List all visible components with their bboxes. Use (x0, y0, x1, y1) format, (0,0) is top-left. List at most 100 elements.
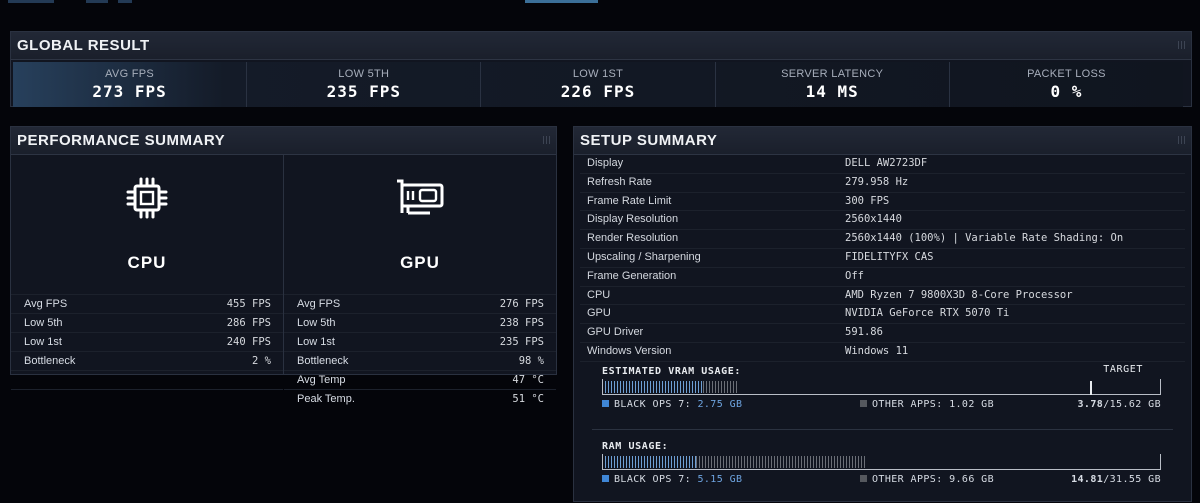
table-row: Peak Temp. 51 °C (284, 389, 556, 408)
row-value: FIDELITYFX CAS (845, 250, 934, 263)
performance-summary-panel: PERFORMANCE SUMMARY CPU Avg FPS 455 FPS (10, 126, 557, 405)
stat-avg-fps: AVG FPS 273 FPS (13, 62, 248, 107)
panel-grip-icon[interactable] (1178, 41, 1186, 49)
stat-packet-loss: PACKET LOSS 0 % (950, 62, 1183, 107)
panel-title: GLOBAL RESULT (11, 32, 1191, 60)
ram-total-used: 14.81 (1071, 474, 1104, 485)
legend-swatch (860, 400, 867, 407)
vram-usage-label: ESTIMATED VRAM USAGE: (602, 366, 742, 377)
row-value: 279.958 Hz (845, 175, 909, 188)
row-value: 235 FPS (499, 336, 544, 348)
row-label: Low 5th (24, 317, 63, 329)
stat-label: AVG FPS (105, 68, 155, 80)
legend-game: BLACK OPS 7: 2.75 GB (602, 399, 742, 410)
legend-game: BLACK OPS 7: 5.15 GB (602, 474, 742, 485)
row-label: GPU (587, 307, 611, 320)
vram-other-fill (702, 381, 739, 393)
row-value: 591.86 (845, 326, 883, 339)
row-value: DELL AW2723DF (845, 157, 928, 169)
row-value: NVIDIA GeForce RTX 5070 Ti (845, 307, 1010, 320)
legend-other: OTHER APPS: 1.02 GB (860, 399, 994, 410)
table-row: Display DELL AW2723DF (580, 155, 1185, 174)
row-label: Display (587, 157, 624, 169)
gpu-title: GPU (400, 253, 440, 272)
row-value: 238 FPS (499, 317, 544, 329)
row-label: CPU (587, 288, 611, 301)
row-label: Upscaling / Sharpening (587, 250, 701, 263)
row-value: 240 FPS (226, 336, 271, 348)
row-label: Avg FPS (24, 298, 68, 310)
table-row: Bottleneck 2 % (11, 351, 283, 370)
row-value: 2 % (252, 355, 271, 367)
table-row: Avg Temp 47 °C (284, 370, 556, 389)
table-row-empty (11, 389, 283, 408)
row-label: Low 1st (24, 336, 62, 348)
row-label: Frame Generation (587, 269, 677, 282)
top-edge-decoration (0, 0, 1200, 10)
table-row: CPU AMD Ryzen 7 9800X3D 8-Core Processor (580, 287, 1185, 306)
divider (592, 429, 1173, 430)
stat-value: 14 MS (805, 82, 859, 101)
row-label: Windows Version (587, 344, 672, 357)
row-value: 51 °C (512, 393, 544, 405)
row-value: 2560x1440 (100%) | Variable Rate Shading… (845, 232, 1124, 245)
gpu-icon (284, 177, 556, 224)
vram-bar (602, 379, 1161, 395)
legend-swatch (602, 475, 609, 482)
row-label: Low 1st (297, 336, 335, 348)
table-row: Avg FPS 455 FPS (11, 294, 283, 313)
gpu-stats: Avg FPS 276 FPS Low 5th 238 FPS Low 1st 235… (284, 294, 556, 408)
gpu-column: GPU Avg FPS 276 FPS Low 5th 238 FPS Low 1s… (283, 155, 556, 405)
stat-value: 0 % (1050, 82, 1083, 101)
vram-target-label: TARGET (1103, 364, 1143, 375)
legend-other-value: 1.02 GB (949, 399, 995, 410)
stat-label: PACKET LOSS (1027, 68, 1106, 80)
table-row: Low 5th 238 FPS (284, 313, 556, 332)
ram-total-rest: /31.55 GB (1103, 474, 1161, 485)
legend-game-value: 2.75 GB (697, 399, 743, 410)
table-row: GPU Driver 591.86 (580, 324, 1185, 343)
row-label: Bottleneck (297, 355, 349, 367)
row-label: Display Resolution (587, 213, 679, 226)
table-row: Low 1st 240 FPS (11, 332, 283, 351)
legend-other: OTHER APPS: 9.66 GB (860, 474, 994, 485)
legend-game-label: BLACK OPS 7: (614, 399, 692, 410)
row-label: GPU Driver (587, 326, 644, 339)
table-row: Low 1st 235 FPS (284, 332, 556, 351)
table-row: Refresh Rate 279.958 Hz (580, 174, 1185, 193)
panel-grip-icon[interactable] (543, 136, 551, 144)
row-value: 276 FPS (499, 298, 544, 310)
ram-other-fill (695, 456, 866, 468)
stat-value: 273 FPS (92, 82, 167, 101)
stat-server-latency: SERVER LATENCY 14 MS (716, 62, 950, 107)
vram-game-fill (605, 381, 703, 393)
table-row: Render Resolution 2560x1440 (100%) | Vari… (580, 230, 1185, 249)
row-label: Avg FPS (297, 298, 341, 310)
stat-label: SERVER LATENCY (781, 68, 884, 80)
row-value: 455 FPS (226, 298, 271, 310)
stat-value: 226 FPS (560, 82, 636, 101)
row-label: Bottleneck (24, 355, 76, 367)
legend-swatch (602, 400, 609, 407)
row-value: 300 FPS (845, 194, 890, 207)
stat-low-1st: LOW 1ST 226 FPS (481, 62, 716, 107)
row-value: AMD Ryzen 7 9800X3D 8-Core Processor (845, 288, 1073, 301)
row-label: Render Resolution (587, 232, 679, 245)
vram-total-used: 3.78 (1077, 399, 1104, 410)
stat-value: 235 FPS (326, 82, 402, 101)
ram-bar (602, 454, 1161, 470)
table-row: GPU NVIDIA GeForce RTX 5070 Ti (580, 305, 1185, 325)
row-value: Off (845, 269, 864, 282)
legend-game-label: BLACK OPS 7: (614, 474, 692, 485)
row-label: Low 5th (297, 317, 336, 329)
row-value: 98 % (518, 355, 544, 367)
stat-label: LOW 1ST (572, 68, 624, 80)
legend-swatch (860, 475, 867, 482)
row-value: 2560x1440 (845, 213, 902, 226)
vram-target-marker (1090, 381, 1093, 395)
vram-usage: ESTIMATED VRAM USAGE: TARGET BLACK OPS 7… (592, 363, 1167, 413)
legend-other-label: OTHER APPS: (872, 399, 943, 410)
panel-grip-icon[interactable] (1178, 136, 1186, 144)
cpu-title: CPU (127, 253, 167, 272)
row-value: 47 °C (512, 374, 544, 386)
